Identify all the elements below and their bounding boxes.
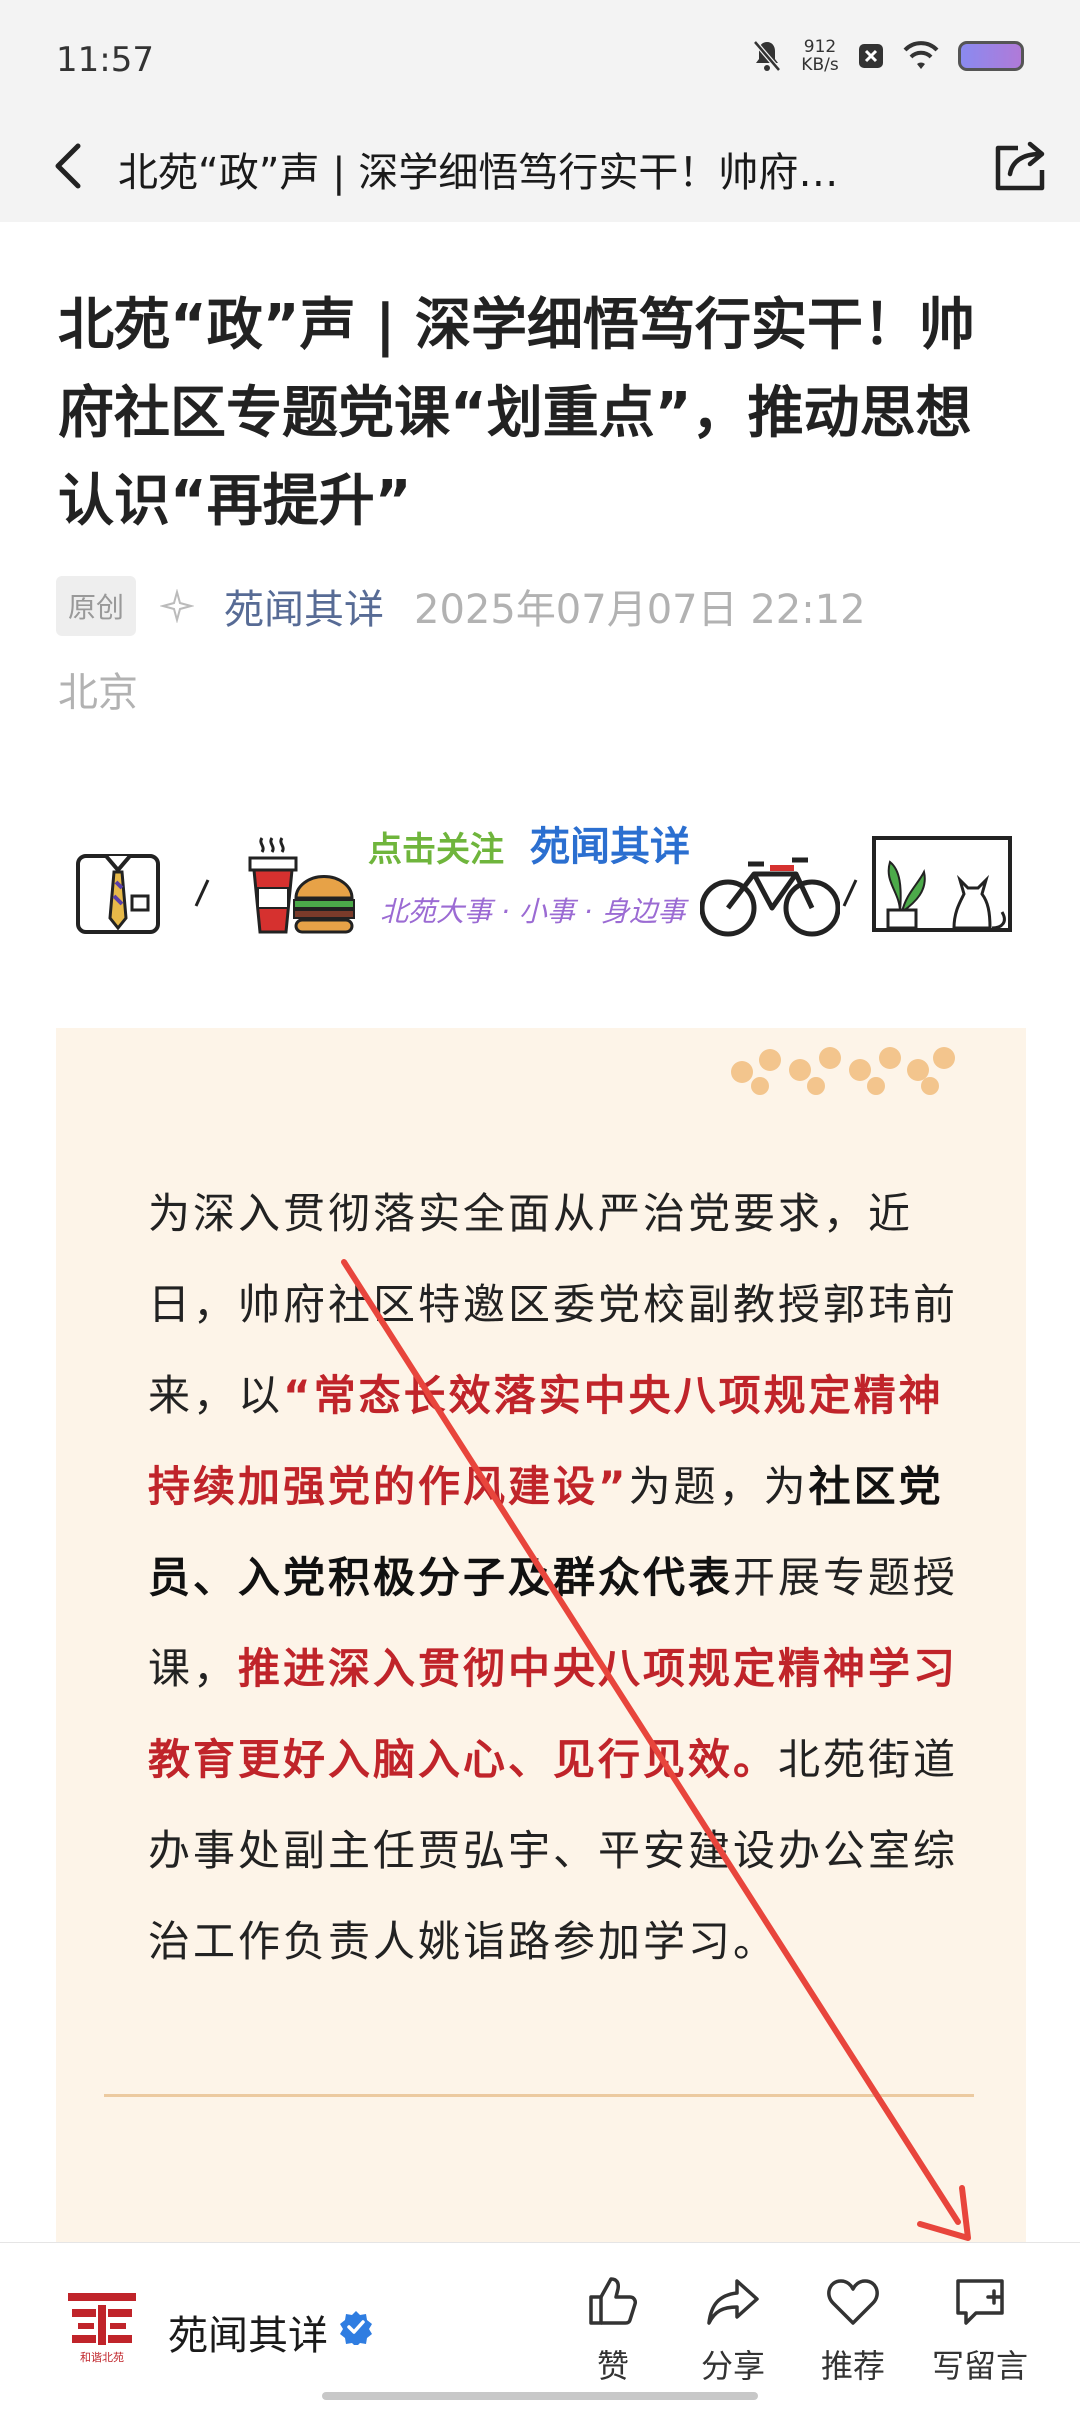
net-speed-value: 912 bbox=[803, 37, 837, 57]
wifi-icon bbox=[903, 41, 939, 69]
net-speed: 912 KB/s bbox=[800, 38, 840, 74]
nav-title: 北苑“政”声 | 深学细悟笃行实干！帅府… bbox=[118, 150, 839, 196]
original-badge: 原创 bbox=[56, 576, 137, 636]
coffee-burger-icon bbox=[248, 837, 355, 934]
write-comment-label: 写留言 bbox=[931, 2347, 1028, 2385]
shirt-icon bbox=[76, 854, 160, 934]
article-title: 北苑“政”声 | 深学细悟笃行实干！帅府社区专题党课“划重点”，推动思想认识“再… bbox=[58, 293, 976, 534]
bicycle-icon bbox=[700, 857, 840, 937]
slash-divider-icon bbox=[194, 879, 210, 907]
recommend-label: 推荐 bbox=[820, 2347, 885, 2385]
nav-bar: 北苑“政”声 | 深学细悟笃行实干！帅府… bbox=[0, 110, 1080, 222]
article-meta: 原创 苑闻其详 2025年07月07日 22:12 bbox=[56, 576, 1036, 636]
share-arrow-icon bbox=[707, 2279, 759, 2325]
write-comment-button[interactable]: 写留言 bbox=[920, 2273, 1040, 2387]
paragraph-text: 为题，为 bbox=[628, 1462, 809, 1511]
thumbs-up-icon bbox=[589, 2277, 637, 2325]
comment-add-icon bbox=[956, 2279, 1004, 2325]
status-bar: 11:57 912 KB/s bbox=[0, 0, 1080, 128]
home-indicator[interactable] bbox=[322, 2392, 758, 2400]
banner-slogan: 北苑大事 · 小事 · 身边事 bbox=[380, 895, 686, 928]
bottom-account-name[interactable]: 苑闻其详 bbox=[168, 2303, 328, 2361]
decorative-dots bbox=[731, 1047, 955, 1095]
spark-icon bbox=[160, 589, 195, 623]
article-paragraph: 为深入贯彻落实全面从严治党要求，近日，帅府社区特邀区委党校副教授郭玮前来，以“常… bbox=[148, 1168, 988, 1987]
recommend-button[interactable]: 推荐 bbox=[798, 2273, 908, 2387]
chevron-left-icon[interactable] bbox=[40, 134, 104, 198]
status-time: 11:57 bbox=[56, 40, 154, 80]
status-icons: 912 KB/s bbox=[752, 38, 1024, 74]
bottom-bar: 和谐北苑 苑闻其详 赞 分享 推荐 写留言 bbox=[0, 2242, 1080, 2409]
like-button[interactable]: 赞 bbox=[558, 2273, 668, 2387]
account-logo[interactable]: 和谐北苑 bbox=[62, 2287, 142, 2367]
banner-follow-text: 点击关注 bbox=[368, 830, 504, 870]
author-link[interactable]: 苑闻其详 bbox=[224, 577, 384, 635]
banner-account-name: 苑闻其详 bbox=[530, 824, 690, 870]
location: 北京 bbox=[58, 670, 138, 716]
verified-icon bbox=[340, 2311, 372, 2345]
logo-caption: 和谐北苑 bbox=[80, 2350, 124, 2364]
content-card: 为深入贯彻落实全面从严治党要求，近日，帅府社区特邀区委党校副教授郭玮前来，以“常… bbox=[56, 1028, 1026, 2248]
battery-icon bbox=[958, 41, 1024, 71]
share-button[interactable]: 分享 bbox=[678, 2273, 788, 2387]
bell-muted-icon bbox=[753, 40, 781, 72]
divider bbox=[104, 2094, 974, 2097]
share-label: 分享 bbox=[700, 2347, 765, 2385]
share-icon[interactable] bbox=[988, 134, 1052, 198]
x-icon bbox=[859, 44, 883, 68]
net-speed-unit: KB/s bbox=[801, 55, 839, 75]
heart-icon bbox=[827, 2279, 879, 2325]
publish-time: 2025年07月07日 22:12 bbox=[414, 587, 866, 633]
like-label: 赞 bbox=[596, 2347, 629, 2385]
plant-cat-icon bbox=[872, 836, 1012, 932]
slash-divider-icon bbox=[842, 879, 858, 907]
follow-banner[interactable]: 点击关注 苑闻其详 北苑大事 · 小事 · 身边事 bbox=[60, 820, 1020, 960]
